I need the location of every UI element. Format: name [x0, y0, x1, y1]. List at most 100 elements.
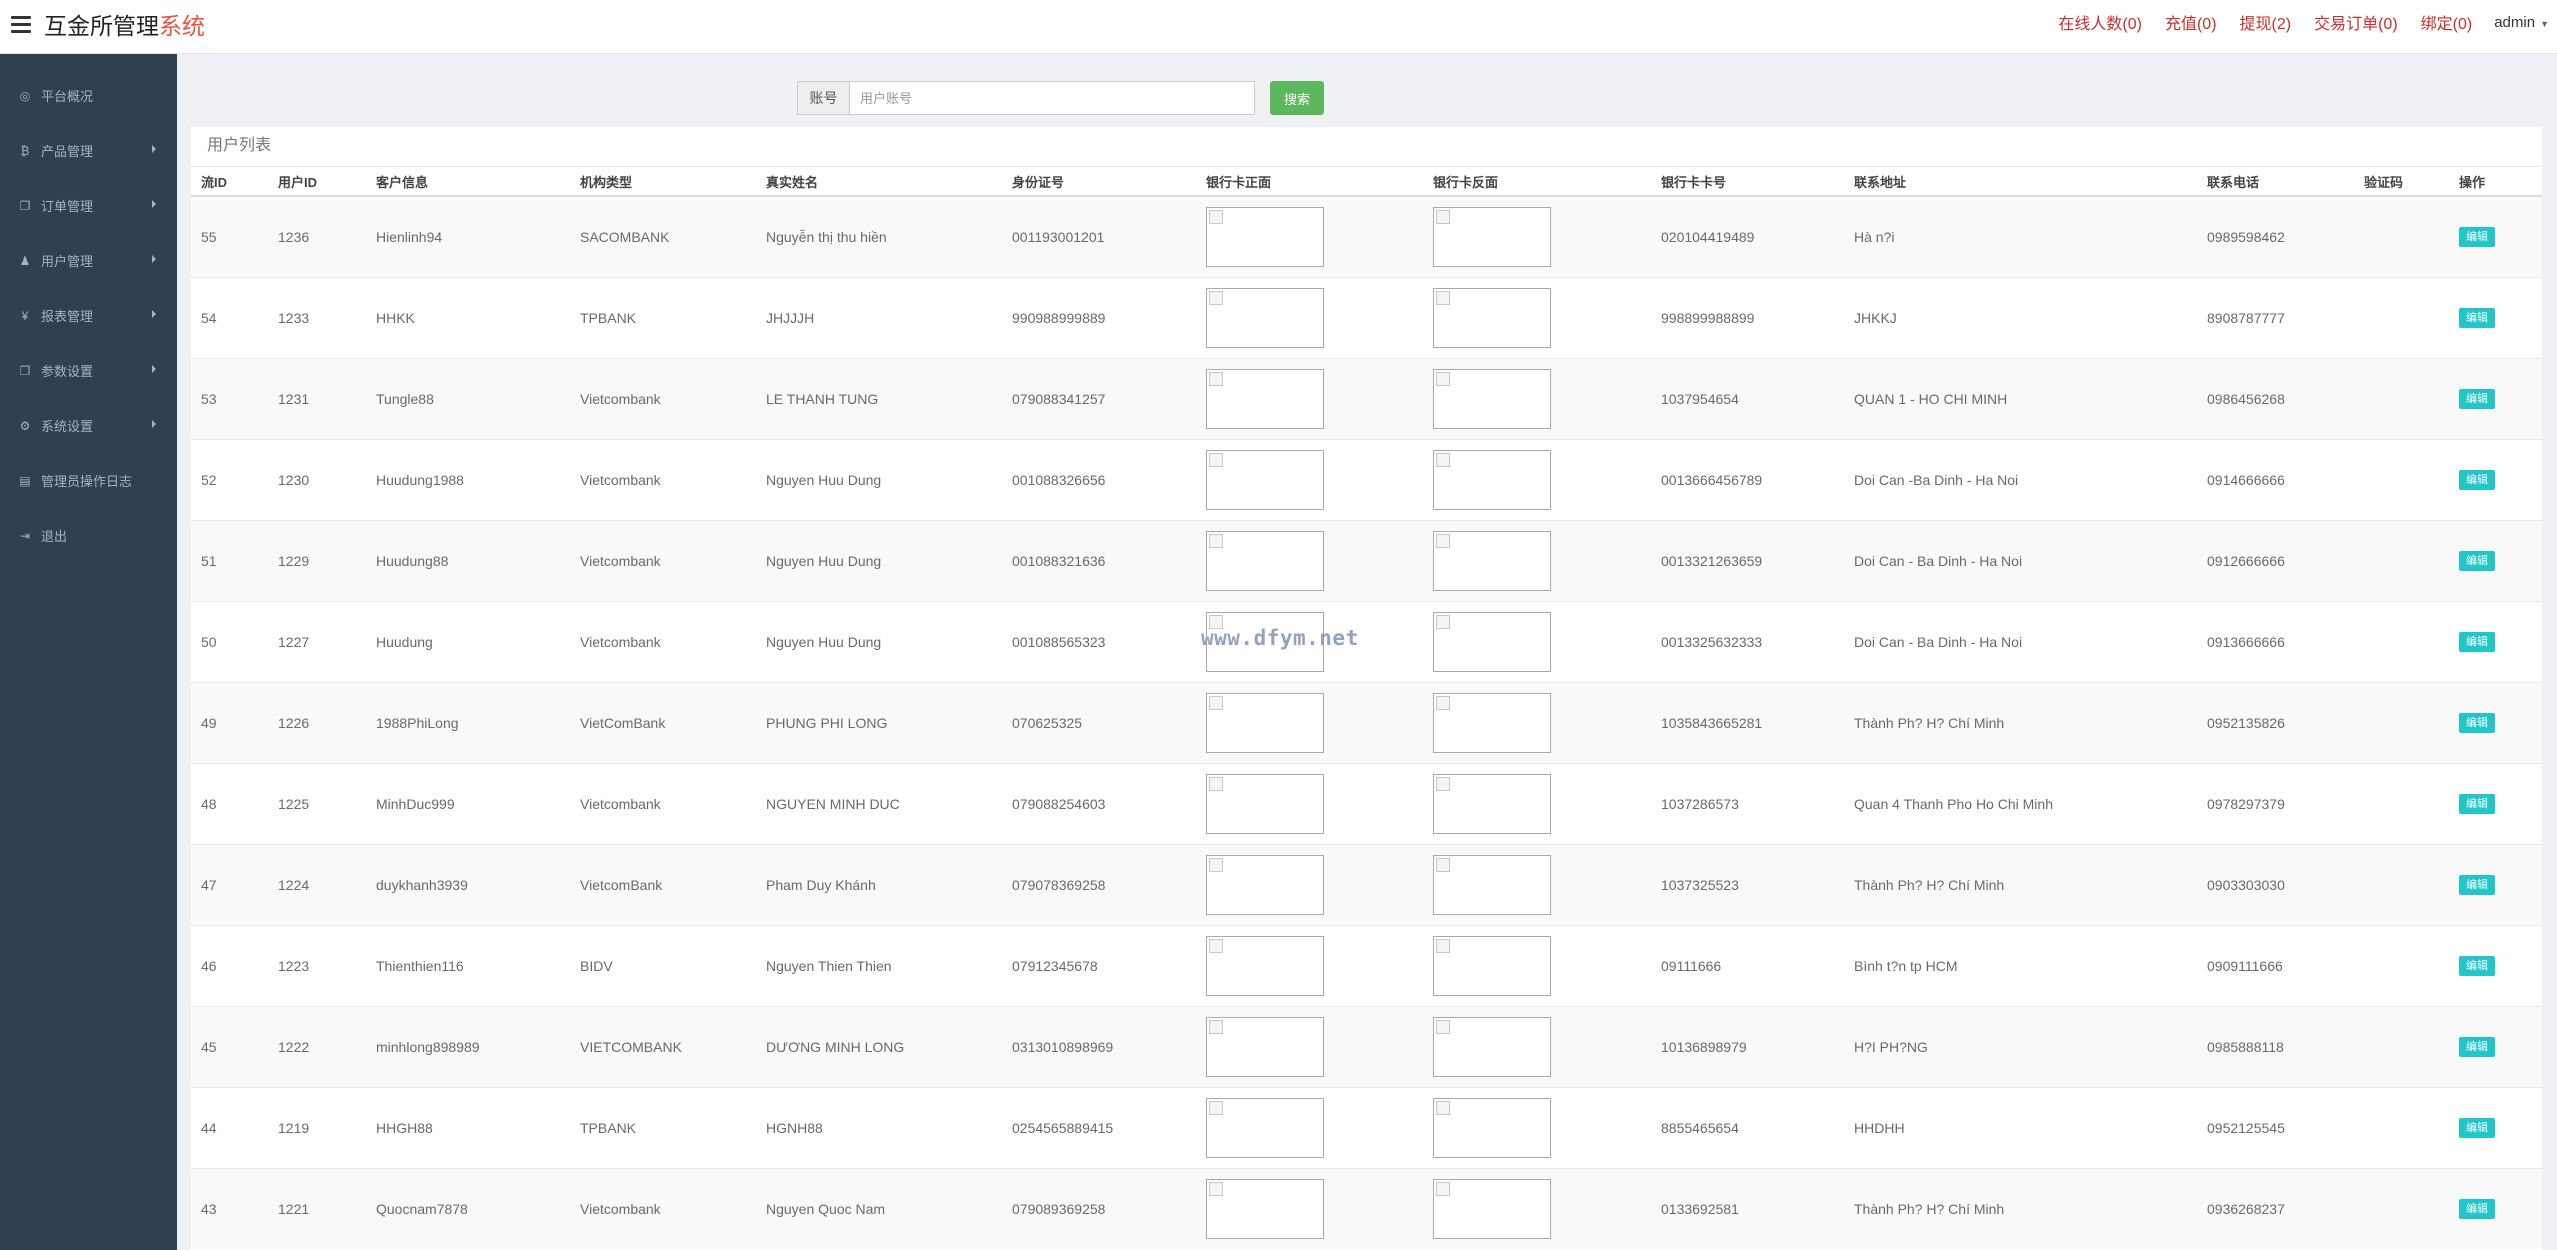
- bind-link[interactable]: 绑定(0): [2421, 10, 2473, 34]
- user-id-cell: 1227: [268, 600, 366, 682]
- edit-button[interactable]: 编辑: [2459, 712, 2495, 733]
- bank-card-number-cell: 09111666: [1651, 924, 1844, 1006]
- bitcoin-icon: ₿: [20, 143, 30, 158]
- bank-card-front-image[interactable]: [1206, 449, 1324, 510]
- sidebar-item[interactable]: ❐ 订单管理: [0, 178, 177, 233]
- bank-card-back-image[interactable]: [1433, 530, 1551, 591]
- bank-card-back-image[interactable]: [1433, 287, 1551, 348]
- bank-card-back-image[interactable]: [1433, 773, 1551, 834]
- bank-card-back-image[interactable]: [1433, 935, 1551, 996]
- recharge-link[interactable]: 充值(0): [2165, 10, 2217, 34]
- sidebar-item[interactable]: ⚙ 系统设置: [0, 398, 177, 453]
- bank-card-back-image[interactable]: [1433, 449, 1551, 510]
- bank-card-back-image[interactable]: [1433, 611, 1551, 672]
- withdraw-link[interactable]: 提现(2): [2240, 10, 2292, 34]
- bank-card-front-image[interactable]: [1206, 1097, 1324, 1158]
- sidebar-item[interactable]: ⇥ 退出: [0, 508, 177, 563]
- bank-card-number-cell: 020104419489: [1651, 195, 1844, 277]
- bank-card-front-image[interactable]: [1206, 773, 1324, 834]
- bank-card-back-image[interactable]: [1433, 1178, 1551, 1239]
- flow-id-cell: 48: [191, 762, 268, 844]
- edit-button[interactable]: 编辑: [2459, 955, 2495, 976]
- caret-down-icon: ▼: [2540, 18, 2549, 29]
- sidebar-item[interactable]: ₿ 产品管理: [0, 123, 177, 178]
- bank-card-number-cell: 0013325632333: [1651, 600, 1844, 682]
- address-cell: Hà n?i: [1844, 195, 2197, 277]
- bank-card-front-image[interactable]: [1206, 206, 1324, 267]
- edit-button[interactable]: 编辑: [2459, 469, 2495, 490]
- bank-card-back-image[interactable]: [1433, 206, 1551, 267]
- bank-card-front-image[interactable]: [1206, 692, 1324, 753]
- edit-button[interactable]: 编辑: [2459, 1036, 2495, 1057]
- trade-orders-link[interactable]: 交易订单(0): [2314, 10, 2398, 34]
- flow-id-cell: 47: [191, 843, 268, 925]
- bank-card-front-image[interactable]: [1206, 611, 1324, 672]
- top-navbar: 互金所管理系统 在线人数(0) 充值(0) 提现(2) 交易订单(0) 绑定(0…: [0, 0, 2557, 54]
- bank-card-back-image[interactable]: [1433, 854, 1551, 915]
- bank-card-front-image[interactable]: [1206, 530, 1324, 591]
- sidebar-item[interactable]: ▤ 管理员操作日志: [0, 453, 177, 508]
- address-cell: QUAN 1 - HO CHI MINH: [1844, 357, 2197, 439]
- edit-button[interactable]: 编辑: [2459, 226, 2495, 247]
- bank-card-front-cell: [1196, 843, 1423, 925]
- institution-type-cell: Vietcombank: [570, 519, 756, 601]
- table-row: 46 1223 Thienthien116 BIDV Nguyen Thien Thie…: [191, 924, 2542, 1006]
- sidebar-item[interactable]: ❐ 参数设置: [0, 343, 177, 398]
- phone-cell: 0989598462: [2197, 195, 2354, 277]
- table-row: 49 1226 1988PhiLong VietComBank PHUNG PHI LO…: [191, 681, 2542, 763]
- id-number-cell: 001088565323: [1002, 600, 1196, 682]
- bank-card-back-image[interactable]: [1433, 1016, 1551, 1077]
- bank-card-back-image[interactable]: [1433, 692, 1551, 753]
- table-header-row: 流ID 用户ID 客户信息 机构类型 真实姓名 身份证号 银行卡正面 银行卡反面 银行卡卡号 联系…: [191, 167, 2542, 197]
- bank-card-back-cell: [1423, 195, 1651, 277]
- table-row: 44 1219 HHGH88 TPBANK HGNH88 0254565889415 885…: [191, 1086, 2542, 1168]
- flow-id-cell: 54: [191, 276, 268, 358]
- bank-card-back-cell: [1423, 600, 1651, 682]
- user-id-cell: 1225: [268, 762, 366, 844]
- edit-button[interactable]: 编辑: [2459, 1198, 2495, 1219]
- table-row: 55 1236 Hienlinh94 SACOMBANK Nguyễn thị thu …: [191, 195, 2542, 277]
- institution-type-cell: SACOMBANK: [570, 195, 756, 277]
- address-cell: Doi Can -Ba Dinh - Ha Noi: [1844, 438, 2197, 520]
- user-id-cell: 1233: [268, 276, 366, 358]
- menu-toggle-icon[interactable]: [11, 16, 31, 34]
- institution-type-cell: VietcomBank: [570, 843, 756, 925]
- edit-button[interactable]: 编辑: [2459, 1117, 2495, 1138]
- bank-card-front-image[interactable]: [1206, 935, 1324, 996]
- bank-card-front-image[interactable]: [1206, 854, 1324, 915]
- admin-dropdown[interactable]: admin ▼: [2494, 14, 2549, 31]
- phone-cell: 0914666666: [2197, 438, 2354, 520]
- user-id-cell: 1226: [268, 681, 366, 763]
- sidebar-item[interactable]: ♟ 用户管理: [0, 233, 177, 288]
- bank-card-front-cell: [1196, 924, 1423, 1006]
- address-cell: H?I PH?NG: [1844, 1005, 2197, 1087]
- edit-button[interactable]: 编辑: [2459, 793, 2495, 814]
- customer-info-cell: 1988PhiLong: [366, 681, 570, 763]
- bank-card-number-cell: 8855465654: [1651, 1086, 1844, 1168]
- edit-button[interactable]: 编辑: [2459, 631, 2495, 652]
- bank-card-front-image[interactable]: [1206, 1178, 1324, 1239]
- edit-button[interactable]: 编辑: [2459, 307, 2495, 328]
- edit-button[interactable]: 编辑: [2459, 874, 2495, 895]
- search-button[interactable]: 搜索: [1270, 81, 1324, 115]
- caret-right-icon: [152, 145, 156, 153]
- app-title-main: 互金所管理: [44, 13, 159, 39]
- edit-button[interactable]: 编辑: [2459, 550, 2495, 571]
- edit-button[interactable]: 编辑: [2459, 388, 2495, 409]
- id-number-cell: 990988999889: [1002, 276, 1196, 358]
- online-users-link[interactable]: 在线人数(0): [2058, 10, 2142, 34]
- institution-type-cell: TPBANK: [570, 276, 756, 358]
- user-id-cell: 1222: [268, 1005, 366, 1087]
- sidebar-menu: ◎ 平台概况 ₿ 产品管理 ❐ 订单管理 ♟ 用户管理 ¥ 报表管理 ❐ 参数设置 ⚙ 系统设置 ▤ 管理员操…: [0, 68, 177, 563]
- bank-card-front-image[interactable]: [1206, 287, 1324, 348]
- search-input[interactable]: [849, 81, 1255, 115]
- institution-type-cell: VietComBank: [570, 681, 756, 763]
- sidebar-item[interactable]: ◎ 平台概况: [0, 68, 177, 123]
- user-table: 流ID 用户ID 客户信息 机构类型 真实姓名 身份证号 银行卡正面 银行卡反面 银行卡卡号 联系…: [191, 167, 2542, 1249]
- bank-card-back-image[interactable]: [1433, 368, 1551, 429]
- bank-card-back-image[interactable]: [1433, 1097, 1551, 1158]
- bank-card-front-image[interactable]: [1206, 1016, 1324, 1077]
- flow-id-cell: 49: [191, 681, 268, 763]
- bank-card-front-image[interactable]: [1206, 368, 1324, 429]
- sidebar-item[interactable]: ¥ 报表管理: [0, 288, 177, 343]
